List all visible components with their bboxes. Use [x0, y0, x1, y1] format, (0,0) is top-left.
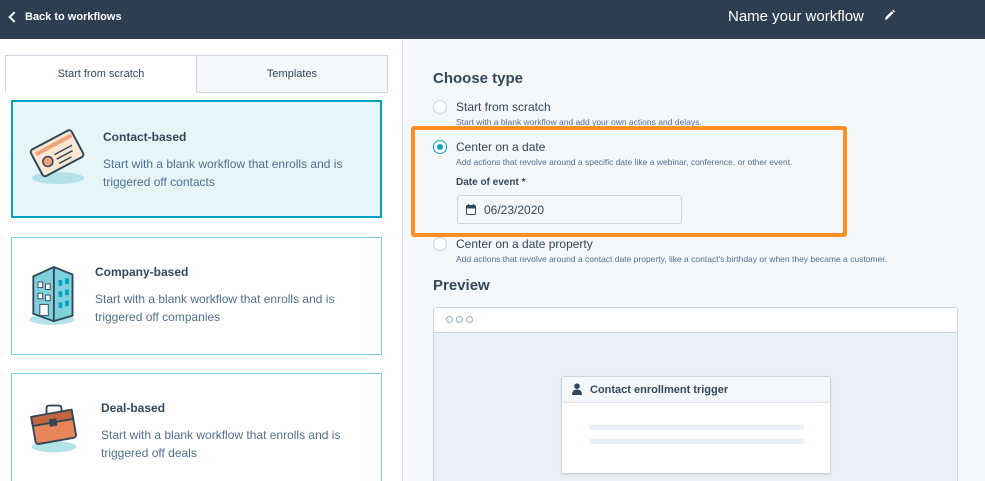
option-label[interactable]: Start from scratch: [456, 100, 551, 114]
option-help: Add actions that revolve around a specif…: [456, 157, 793, 167]
tab-templates[interactable]: Templates: [197, 55, 388, 93]
window-dot-icon: [456, 316, 463, 323]
card-description: Start with a blank workflow that enrolls…: [103, 157, 343, 189]
company-based-card[interactable]: Company-based Start with a blank workflo…: [11, 237, 382, 355]
radio-center-on-a-date-property[interactable]: [433, 237, 447, 251]
radio-start-from-scratch[interactable]: [433, 100, 447, 114]
date-of-event-label: Date of event *: [456, 177, 526, 188]
back-to-workflows-link[interactable]: Back to workflows: [8, 0, 122, 33]
tab-start-from-scratch[interactable]: Start from scratch: [5, 55, 197, 93]
option-label[interactable]: Center on a date: [456, 140, 545, 154]
top-bar: Back to workflows Name your workflow: [0, 0, 985, 39]
contact-card-icon: [29, 129, 85, 184]
preview-heading: Preview: [433, 277, 490, 294]
person-icon: [572, 383, 582, 395]
enrollment-trigger-card: Contact enrollment trigger: [561, 376, 831, 474]
back-link-label: Back to workflows: [25, 10, 122, 23]
workflow-type-panel: Start from scratch Templates Contact-bas…: [0, 39, 403, 481]
calendar-icon: [466, 204, 476, 215]
chevron-left-icon: [8, 10, 20, 23]
deal-based-card[interactable]: Deal-based Start with a blank workflow t…: [11, 373, 382, 481]
date-of-event-input[interactable]: 06/23/2020: [457, 195, 682, 224]
option-help: Add actions that revolve around a contac…: [456, 254, 887, 264]
trigger-title: Contact enrollment trigger: [590, 384, 729, 396]
card-title: Deal-based: [101, 401, 166, 415]
type-settings-panel: Choose type Start from scratch Start wit…: [404, 39, 985, 481]
workflow-name[interactable]: Name your workflow: [728, 0, 864, 33]
window-dot-icon: [446, 316, 453, 323]
preview-window-bar: [434, 308, 957, 333]
card-description: Start with a blank workflow that enrolls…: [101, 428, 341, 460]
date-value: 06/23/2020: [484, 202, 545, 217]
option-label[interactable]: Center on a date property: [456, 237, 593, 251]
placeholder-line: [589, 439, 804, 444]
trigger-card-header: Contact enrollment trigger: [562, 377, 830, 403]
window-dot-icon: [466, 316, 473, 323]
briefcase-icon: [30, 404, 77, 453]
choose-type-heading: Choose type: [433, 70, 524, 87]
option-help: Start with a blank workflow and add your…: [456, 117, 702, 127]
card-title: Contact-based: [103, 130, 187, 144]
contact-based-card[interactable]: Contact-based Start with a blank workflo…: [11, 100, 382, 218]
tab-bar: Start from scratch Templates: [5, 55, 388, 93]
radio-center-on-a-date[interactable]: [433, 140, 447, 154]
placeholder-line: [589, 425, 804, 430]
pencil-icon[interactable]: [883, 9, 895, 23]
building-icon: [29, 266, 75, 325]
preview-window: Contact enrollment trigger: [433, 307, 958, 481]
card-title: Company-based: [95, 265, 189, 279]
card-description: Start with a blank workflow that enrolls…: [95, 292, 335, 324]
